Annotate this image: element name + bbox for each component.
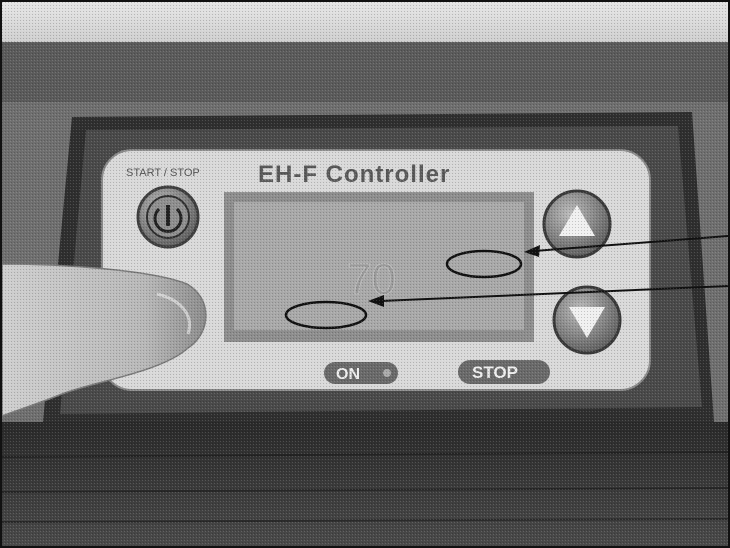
down-button[interactable]	[552, 285, 622, 355]
lower-housing	[2, 422, 728, 546]
on-label: ON	[336, 366, 360, 383]
controller-photo: START / STOP EH-F Controller 70 ON STOP	[2, 2, 728, 546]
lcd-readout: 70	[347, 255, 396, 304]
top-band	[2, 2, 728, 42]
on-indicator: ON	[324, 362, 398, 384]
stop-label: STOP	[472, 363, 518, 382]
power-button[interactable]	[136, 185, 200, 249]
start-stop-label: START / STOP	[126, 167, 200, 179]
controller-title: EH-F Controller	[258, 161, 450, 188]
photo-frame: START / STOP EH-F Controller 70 ON STOP	[0, 0, 730, 548]
stop-indicator: STOP	[458, 360, 550, 384]
